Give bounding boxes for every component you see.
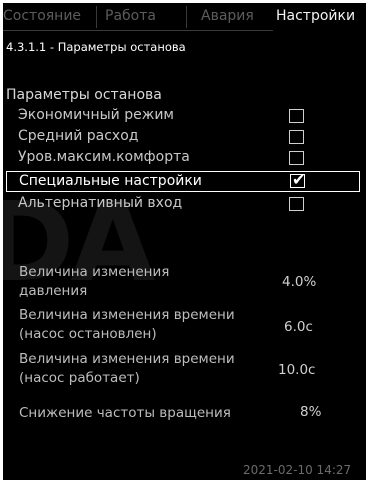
tab-settings[interactable]: Настройки (276, 8, 355, 24)
tab-divider (186, 6, 187, 28)
tab-operation[interactable]: Работа (105, 8, 156, 24)
param-time-change-stopped-value[interactable]: 6.0с (284, 319, 313, 335)
checkmark-icon: ✔ (292, 170, 306, 189)
param-time-change-running-value[interactable]: 10.0с (278, 362, 315, 378)
option-label: Средний расход (18, 128, 139, 144)
option-label: Альтернативный вход (18, 195, 183, 211)
tab-status[interactable]: Состояние (3, 8, 81, 24)
tab-underline (3, 30, 273, 31)
param-pressure-change-label: Величина изменения давления (19, 264, 170, 299)
option-medium-flow[interactable]: Средний расход (3, 127, 366, 148)
param-pressure-change-value[interactable]: 4.0% (282, 274, 316, 290)
option-alternative-input[interactable]: Альтернативный вход (3, 194, 366, 215)
screen: Состояние Работа Авария Настройки DA 4.3… (3, 3, 366, 480)
option-label: Экономичный режим (18, 107, 174, 123)
param-speed-reduction-label: Снижение частоты вращения (19, 405, 231, 421)
checkbox[interactable] (289, 130, 304, 144)
tab-bar: Состояние Работа Авария Настройки (3, 3, 366, 31)
datetime-display: 2021-02-10 14:27 (243, 463, 352, 477)
option-label: Уров.максим.комфорта (18, 149, 190, 165)
page-title: 4.3.1.1 - Параметры останова (6, 40, 186, 54)
option-economy-mode[interactable]: Экономичный режим (3, 106, 366, 127)
option-max-comfort[interactable]: Уров.максим.комфорта (3, 148, 366, 169)
checkbox[interactable] (289, 197, 304, 211)
checkbox[interactable] (289, 151, 304, 165)
tab-alarm[interactable]: Авария (201, 8, 254, 24)
param-time-change-stopped-label: Величина изменения времени (насос остано… (19, 307, 235, 342)
option-label: Специальные настройки (19, 173, 202, 189)
tab-divider (96, 6, 97, 28)
param-time-change-running-label: Величина изменения времени (насос работа… (19, 351, 235, 386)
section-label: Параметры останова (6, 87, 162, 103)
checkbox-checked[interactable]: ✔ (290, 170, 306, 189)
checkbox[interactable] (289, 109, 304, 123)
param-speed-reduction-value[interactable]: 8% (300, 404, 321, 420)
option-special-settings[interactable]: Специальные настройки ✔ (6, 171, 360, 192)
